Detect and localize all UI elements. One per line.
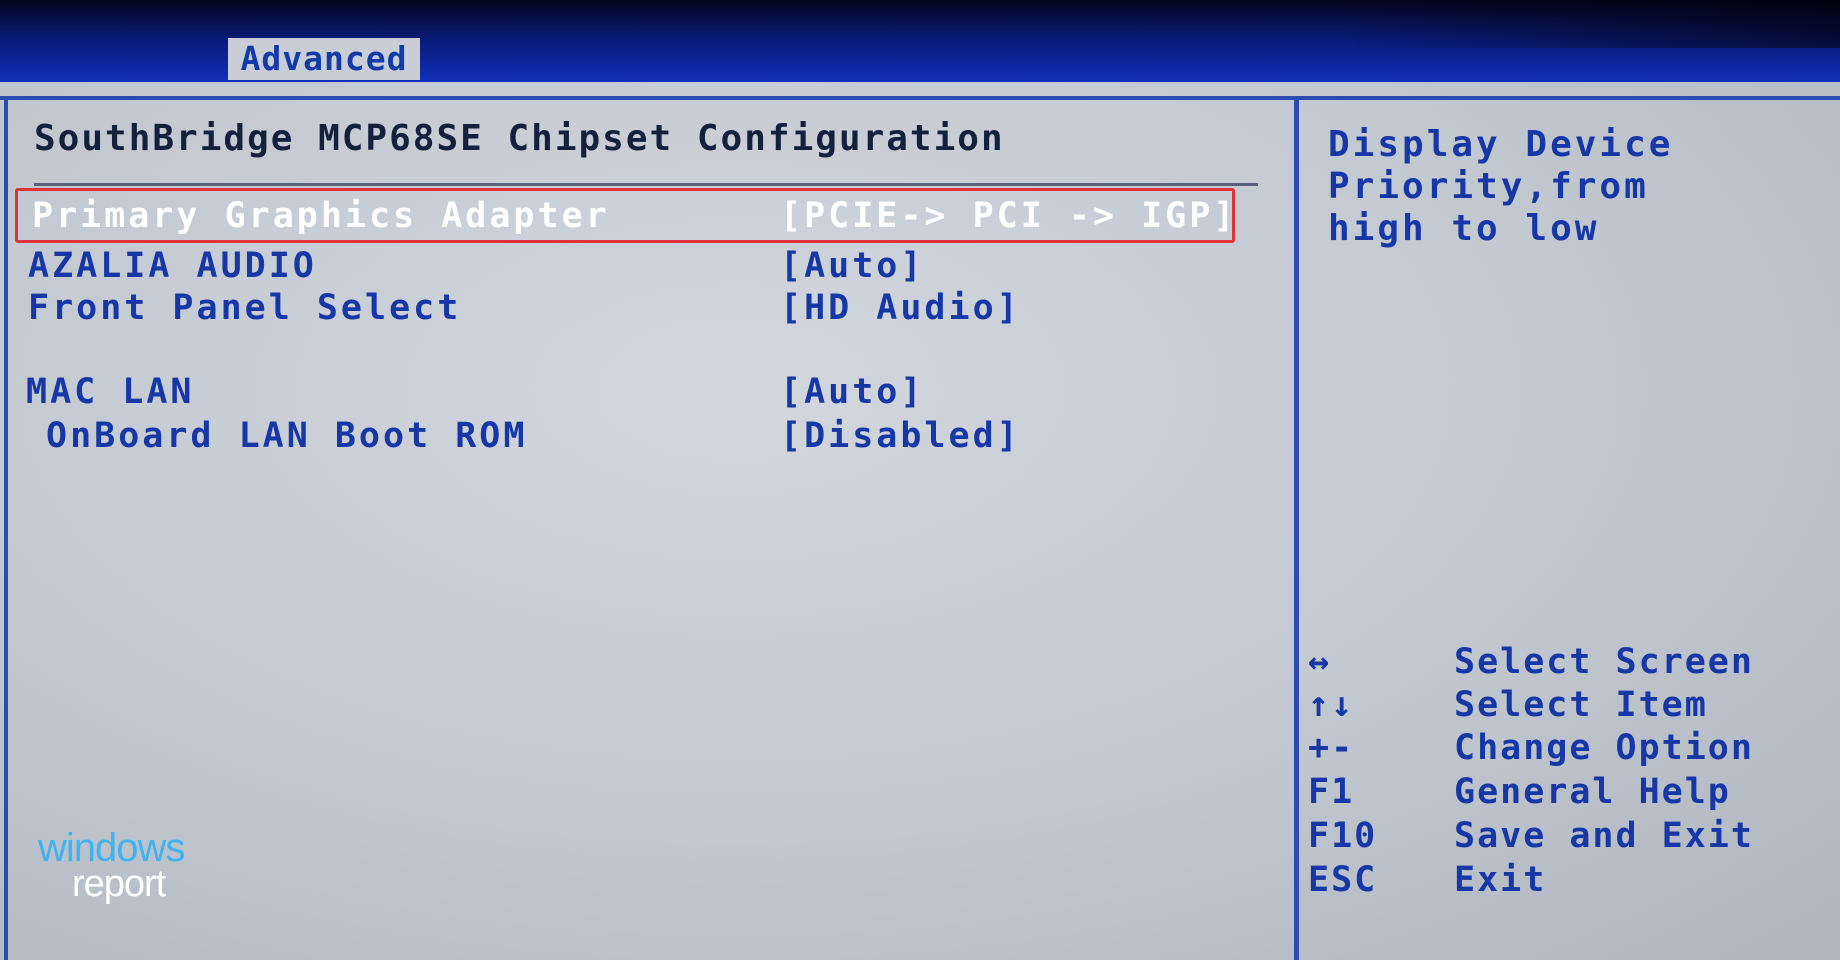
logo-line-2: report [72, 863, 166, 905]
key-legend-item: ↔ Select Screen [1308, 640, 1828, 684]
tab-advanced[interactable]: Advanced [228, 38, 420, 80]
key-action: Exit [1454, 860, 1547, 900]
key-action: Save and Exit [1454, 816, 1754, 856]
plus-minus-icon: +- [1308, 728, 1355, 768]
section-title: SouthBridge MCP68SE Chipset Configuratio… [34, 118, 1005, 159]
setting-label: MAC LAN [26, 372, 195, 412]
title-divider [34, 183, 1258, 186]
help-divider [1294, 96, 1299, 960]
key-esc: ESC [1308, 860, 1378, 900]
key-action: General Help [1454, 772, 1731, 812]
help-text: Display Device Priority,from high to low [1328, 124, 1674, 249]
key-f10: F10 [1308, 816, 1378, 856]
setting-value[interactable]: [Disabled] [780, 414, 1021, 458]
key-legend-item: +- Change Option [1308, 726, 1828, 770]
setting-value[interactable]: [HD Audio] [780, 286, 1021, 330]
windows-report-logo: windows report [38, 826, 238, 906]
setting-front-panel-select[interactable]: Front Panel Select [HD Audio] [0, 286, 1290, 330]
key-legend-item: F10 Save and Exit [1308, 814, 1828, 858]
setting-label: Front Panel Select [28, 288, 462, 328]
setting-label: AZALIA AUDIO [28, 246, 317, 286]
key-action: Select Screen [1454, 642, 1754, 682]
key-legend-item: ESC Exit [1308, 858, 1828, 902]
setting-value[interactable]: [Auto] [780, 370, 924, 414]
key-action: Select Item [1454, 685, 1708, 725]
key-f1: F1 [1308, 772, 1355, 812]
key-legend-item: F1 General Help [1308, 770, 1828, 814]
key-legend-item: ↑↓ Select Item [1308, 683, 1828, 727]
key-action: Change Option [1454, 728, 1754, 768]
setting-azalia-audio[interactable]: AZALIA AUDIO [Auto] [0, 244, 1290, 288]
panel-frame-top [0, 96, 1840, 100]
up-down-arrow-icon: ↑↓ [1308, 685, 1355, 725]
setting-label: OnBoard LAN Boot ROM [46, 416, 528, 456]
selection-highlight [15, 188, 1235, 243]
setting-onboard-lan-boot-rom[interactable]: OnBoard LAN Boot ROM [Disabled] [0, 414, 1290, 458]
setting-value[interactable]: [Auto] [780, 244, 924, 288]
setting-mac-lan[interactable]: MAC LAN [Auto] [0, 370, 1290, 414]
left-right-arrow-icon: ↔ [1308, 642, 1332, 682]
